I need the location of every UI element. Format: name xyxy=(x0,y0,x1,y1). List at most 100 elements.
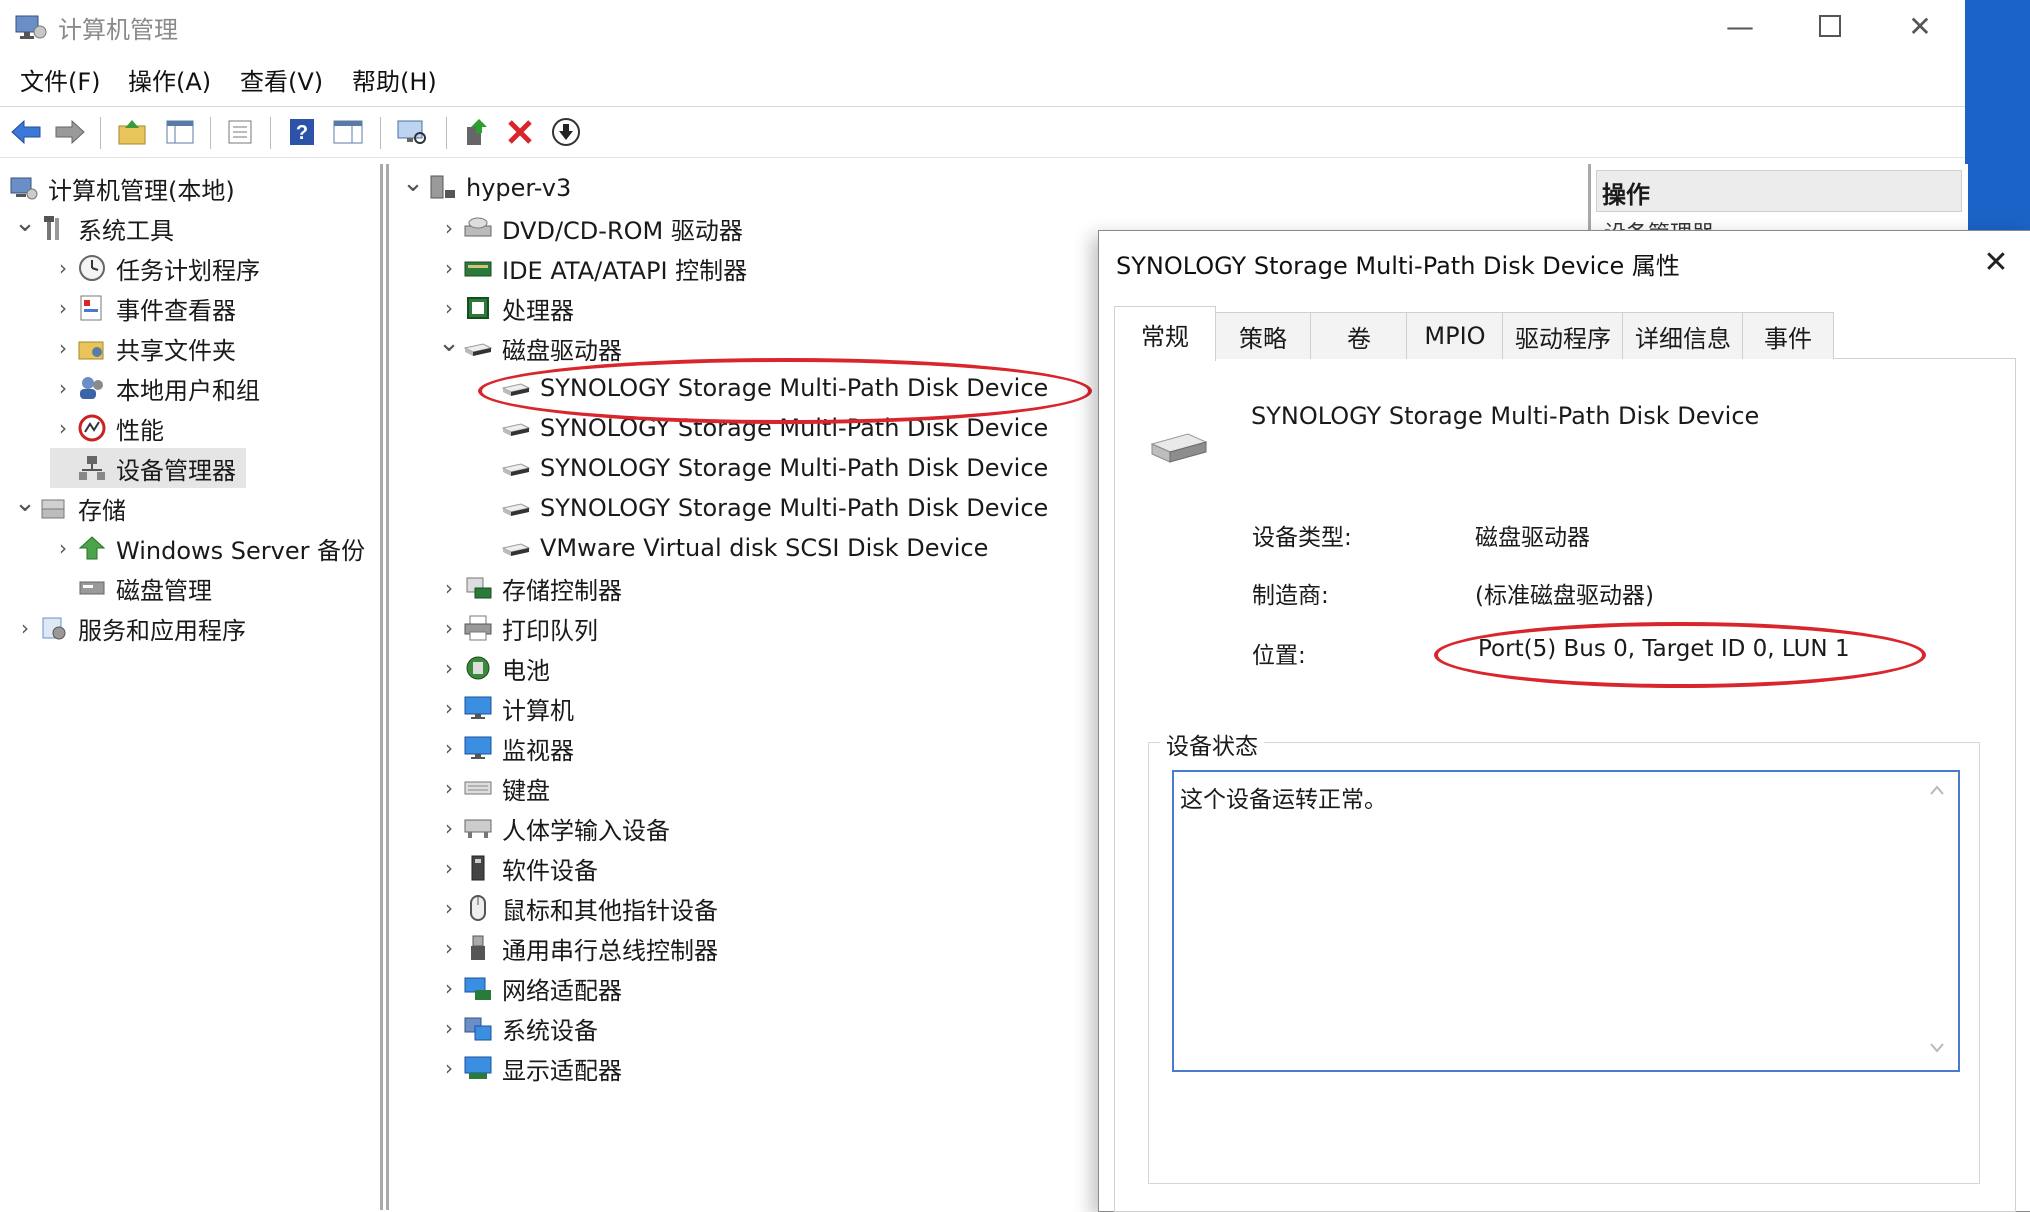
nav-tree-item-11[interactable]: › 服务和应用程序 xyxy=(12,608,246,648)
chevron-right-icon[interactable]: › xyxy=(436,768,462,808)
chevron-right-icon[interactable]: › xyxy=(436,608,462,648)
update-driver-button[interactable] xyxy=(458,115,494,149)
menu-help[interactable]: 帮助(H) xyxy=(352,62,437,97)
chevron-down-icon[interactable]: ⌄ xyxy=(400,163,426,203)
chevron-down-icon[interactable]: ⌄ xyxy=(12,203,38,243)
chevron-right-icon[interactable]: › xyxy=(436,728,462,768)
chevron-right-icon[interactable]: › xyxy=(50,408,76,448)
show-action-pane-button[interactable] xyxy=(330,115,366,149)
tab-general[interactable]: 常规 xyxy=(1114,306,1216,361)
nav-tree-item-9[interactable]: › Windows Server 备份 xyxy=(50,528,365,568)
tab-events[interactable]: 事件 xyxy=(1742,312,1834,359)
device-tree-item-19[interactable]: › 通用串行总线控制器 xyxy=(436,928,718,968)
chevron-right-icon[interactable]: › xyxy=(12,608,38,648)
device-tree-item-17[interactable]: › 软件设备 xyxy=(436,848,598,888)
chevron-right-icon[interactable]: › xyxy=(50,368,76,408)
monitor-scan-icon xyxy=(397,120,426,144)
device-tree-item-3[interactable]: › 处理器 xyxy=(436,288,574,328)
device-status-legend: 设备状态 xyxy=(1160,727,1264,761)
actions-section-device-manager[interactable]: 设备管理器 xyxy=(1604,216,1954,230)
nav-tree-item-label: 性能 xyxy=(116,416,164,445)
tab-driver[interactable]: 驱动程序 xyxy=(1502,312,1624,359)
device-tree-item-10[interactable]: › 存储控制器 xyxy=(436,568,622,608)
show-hide-tree-button[interactable] xyxy=(162,115,198,149)
chevron-right-icon[interactable]: › xyxy=(436,208,462,248)
nav-tree-item-6[interactable]: › 性能 xyxy=(50,408,164,448)
nav-tree-item-label: 系统工具 xyxy=(78,216,174,245)
chevron-right-icon[interactable]: › xyxy=(436,688,462,728)
nav-tree-item-0[interactable]: 计算机管理(本地) xyxy=(8,168,235,208)
nav-tree-item-10[interactable]: 磁盘管理 xyxy=(50,568,212,608)
device-tree-item-2[interactable]: › IDE ATA/ATAPI 控制器 xyxy=(436,248,747,288)
chevron-right-icon[interactable]: › xyxy=(436,808,462,848)
chevron-right-icon[interactable]: › xyxy=(436,1008,462,1048)
menu-view[interactable]: 查看(V) xyxy=(240,62,323,97)
tab-volumes[interactable]: 卷 xyxy=(1310,312,1408,359)
chevron-right-icon[interactable]: › xyxy=(50,528,76,568)
device-tree-item-0[interactable]: ⌄ hyper-v3 xyxy=(400,168,571,208)
close-button[interactable]: ✕ xyxy=(1875,0,1965,52)
clock-icon xyxy=(76,253,108,283)
nav-tree-item-2[interactable]: › 任务计划程序 xyxy=(50,248,260,288)
chevron-down-icon[interactable]: ⌄ xyxy=(12,483,38,523)
help-button[interactable]: ? xyxy=(284,115,320,149)
device-tree-item-label: VMware Virtual disk SCSI Disk Device xyxy=(540,534,989,562)
printer-icon xyxy=(462,613,494,643)
update-driver-icon xyxy=(467,119,487,145)
status-scrollbar[interactable] xyxy=(1920,772,1954,1066)
chevron-right-icon[interactable]: › xyxy=(436,928,462,968)
nav-tree-item-1[interactable]: ⌄ 系统工具 xyxy=(12,208,174,248)
device-tree-item-20[interactable]: › 网络适配器 xyxy=(436,968,622,1008)
nav-tree-item-7[interactable]: 设备管理器 xyxy=(50,448,246,488)
nav-tree-item-5[interactable]: › 本地用户和组 xyxy=(50,368,260,408)
nav-tree-item-3[interactable]: › 事件查看器 xyxy=(50,288,236,328)
device-tree-item-8[interactable]: SYNOLOGY Storage Multi-Path Disk Device xyxy=(474,488,1048,528)
forward-button[interactable] xyxy=(52,115,88,149)
chevron-right-icon[interactable]: › xyxy=(436,288,462,328)
nav-tree-item-4[interactable]: › 共享文件夹 xyxy=(50,328,236,368)
scan-hardware-button[interactable] xyxy=(394,115,430,149)
minimize-button[interactable]: — xyxy=(1695,0,1785,52)
device-tree-item-18[interactable]: › 鼠标和其他指针设备 xyxy=(436,888,718,928)
device-tree-item-11[interactable]: › 打印队列 xyxy=(436,608,598,648)
back-button[interactable] xyxy=(8,115,44,149)
chevron-right-icon[interactable]: › xyxy=(436,848,462,888)
device-tree-item-21[interactable]: › 系统设备 xyxy=(436,1008,598,1048)
device-tree-item-16[interactable]: › 人体学输入设备 xyxy=(436,808,670,848)
chevron-right-icon[interactable]: › xyxy=(50,288,76,328)
device-tree-item-1[interactable]: › DVD/CD-ROM 驱动器 xyxy=(436,208,743,248)
chevron-right-icon[interactable]: › xyxy=(50,248,76,288)
device-status-text: 这个设备运转正常。 xyxy=(1180,787,1387,813)
menu-action[interactable]: 操作(A) xyxy=(128,62,211,97)
device-tree-item-15[interactable]: › 键盘 xyxy=(436,768,550,808)
disable-device-button[interactable] xyxy=(548,115,584,149)
chevron-right-icon[interactable]: › xyxy=(436,968,462,1008)
chevron-right-icon[interactable]: › xyxy=(436,888,462,928)
device-tree-item-7[interactable]: SYNOLOGY Storage Multi-Path Disk Device xyxy=(474,448,1048,488)
dialog-close-button[interactable]: ✕ xyxy=(1966,240,2026,284)
nav-tree-item-8[interactable]: ⌄ 存储 xyxy=(12,488,126,528)
device-tree-item-22[interactable]: › 显示适配器 xyxy=(436,1048,622,1088)
menu-file[interactable]: 文件(F) xyxy=(20,62,101,97)
computer-management-icon xyxy=(8,173,40,203)
chevron-right-icon[interactable]: › xyxy=(436,1048,462,1088)
tab-mpio[interactable]: MPIO xyxy=(1406,312,1504,359)
properties-button[interactable] xyxy=(222,115,258,149)
chevron-right-icon[interactable]: › xyxy=(436,648,462,688)
chevron-right-icon[interactable]: › xyxy=(436,568,462,608)
device-tree-item-14[interactable]: › 监视器 xyxy=(436,728,574,768)
chevron-right-icon[interactable]: › xyxy=(436,248,462,288)
tab-details[interactable]: 详细信息 xyxy=(1622,312,1744,359)
chevron-down-icon[interactable]: ⌄ xyxy=(436,323,462,363)
device-status-textbox[interactable] xyxy=(1172,770,1960,1072)
uninstall-device-button[interactable] xyxy=(502,115,538,149)
delete-x-icon xyxy=(508,120,532,144)
up-level-button[interactable] xyxy=(114,115,150,149)
maximize-button[interactable] xyxy=(1785,0,1875,52)
device-tree-item-13[interactable]: › 计算机 xyxy=(436,688,574,728)
device-tree-item-12[interactable]: › 电池 xyxy=(436,648,550,688)
chevron-right-icon[interactable]: › xyxy=(50,328,76,368)
tab-policy[interactable]: 策略 xyxy=(1214,312,1312,359)
device-tree-item-4[interactable]: ⌄ 磁盘驱动器 xyxy=(436,328,622,368)
device-tree-item-9[interactable]: VMware Virtual disk SCSI Disk Device xyxy=(474,528,988,568)
